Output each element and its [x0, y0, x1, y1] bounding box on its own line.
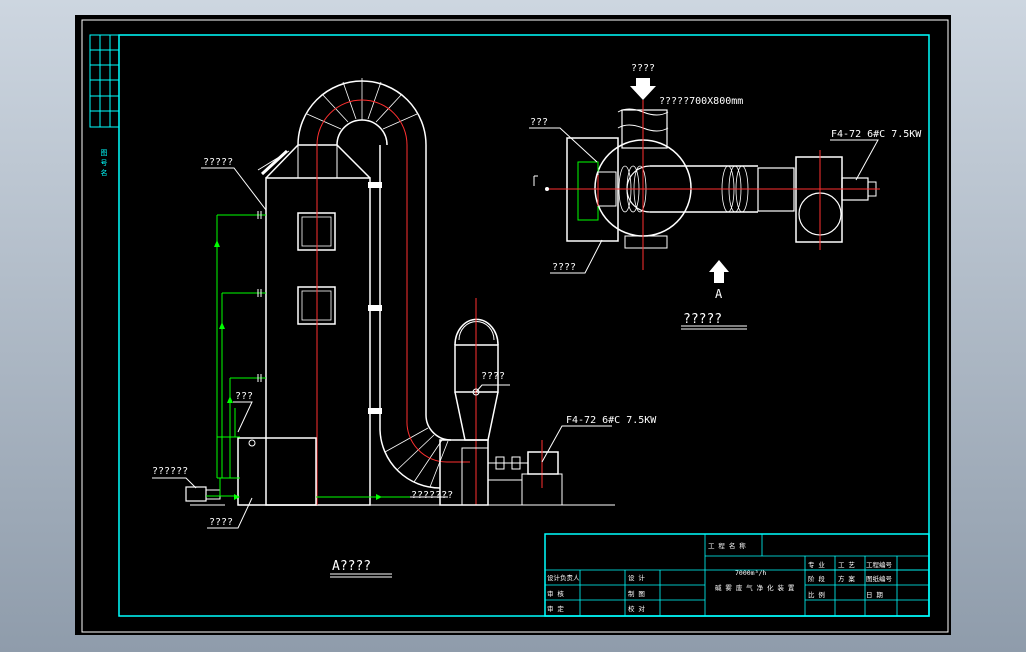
- label-pipe: ???: [235, 391, 253, 402]
- label-tower: ?????: [203, 157, 233, 168]
- sheet-background: [75, 15, 951, 635]
- tb-r2-b: 方 案: [838, 574, 855, 583]
- tb-capacity: 7000m³/h: [735, 569, 766, 577]
- elevation-caption: A????: [332, 559, 371, 574]
- tb-project-label: 工 程 名 称: [708, 541, 746, 550]
- tb-r3-a: 比 例: [808, 590, 825, 599]
- plan-label-top-left: ???: [530, 117, 548, 128]
- plan-view-arrow-label: A: [715, 287, 723, 301]
- tb-mid-row-3: 校 对: [628, 604, 645, 613]
- plan-caption: ?????: [683, 312, 722, 327]
- tb-left-row-2: 审 核: [547, 589, 564, 598]
- side-label-3: 名: [101, 168, 108, 177]
- tb-r1-b: 工 艺: [838, 561, 855, 569]
- tb-r1-c: 工程编号: [866, 560, 893, 569]
- tb-r1-a: 专 业: [808, 560, 825, 569]
- label-pump: ??????: [152, 466, 188, 477]
- label-fan-elevation: F4-72 6#C 7.5KW: [566, 415, 657, 426]
- side-label-2: 号: [101, 159, 108, 167]
- label-level: ???????: [411, 490, 453, 501]
- cad-drawing: 图 号 名 ????? ??? ?????? ???? ???? ???????…: [75, 15, 951, 635]
- label-damper: ????: [481, 371, 505, 382]
- tb-r2-a: 阶 段: [808, 574, 825, 583]
- side-label-1: 图: [101, 149, 108, 157]
- tb-r3-c: 日 期: [866, 591, 883, 599]
- tb-left-row-1: 设计负责人: [547, 573, 580, 582]
- tb-mid-row-2: 制 图: [628, 589, 645, 598]
- tb-r2-c: 图纸编号: [866, 574, 893, 583]
- label-tank: ????: [209, 517, 233, 528]
- plan-label-bottom-left: ????: [552, 262, 576, 273]
- tb-left-row-3: 审 定: [547, 604, 564, 613]
- plan-label-fan: F4-72 6#C 7.5KW: [831, 129, 922, 140]
- tb-drawing-name: 碱 雾 废 气 净 化 装 置: [715, 583, 795, 592]
- plan-label-inlet: ????: [631, 63, 655, 74]
- tb-mid-row-1: 设 计: [628, 573, 645, 582]
- plan-inlet-size: ?????700X800mm: [659, 96, 743, 107]
